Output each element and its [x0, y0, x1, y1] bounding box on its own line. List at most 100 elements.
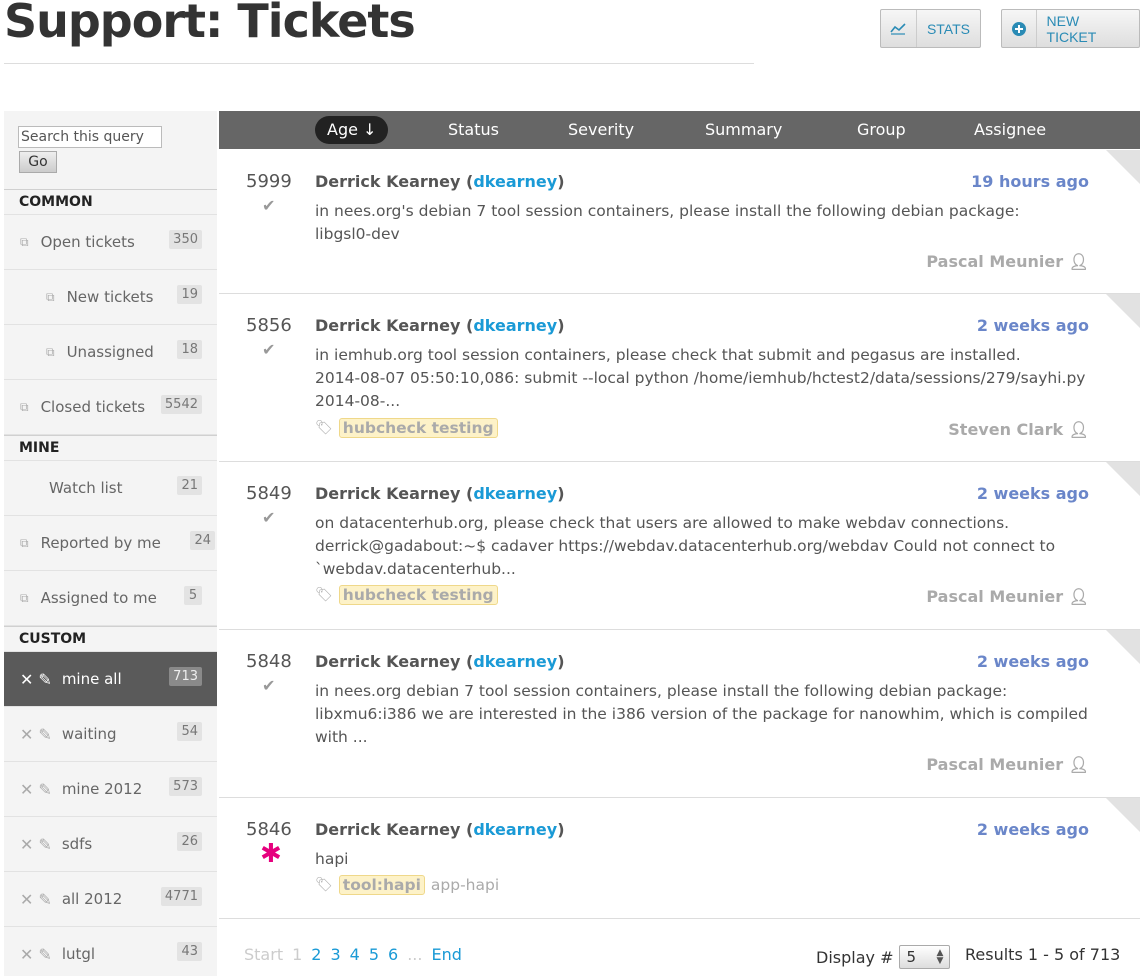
- display-label: Display #: [816, 947, 894, 967]
- tag[interactable]: hubcheck testing: [338, 585, 498, 605]
- pencil-icon[interactable]: ✎: [38, 890, 51, 909]
- sort-group[interactable]: Group: [857, 111, 906, 149]
- ticket-id[interactable]: 5856: [246, 315, 292, 336]
- sidebar-item-all-2012[interactable]: ✕ ✎ all 2012 4771: [4, 872, 217, 927]
- close-icon[interactable]: ✕: [20, 780, 33, 799]
- ticket-reporter: Derrick Kearney (dkearney): [315, 316, 565, 335]
- new-ticket-button[interactable]: NEW TICKET: [1001, 9, 1140, 48]
- close-icon[interactable]: ✕: [20, 945, 33, 964]
- sidebar-item-sdfs[interactable]: ✕ ✎ sdfs 26: [4, 817, 217, 872]
- ticket-summary[interactable]: in iemhub.org tool session containers, p…: [315, 344, 1095, 413]
- ticket-row[interactable]: 5849 ✔ Derrick Kearney (dkearney) 2 week…: [219, 462, 1140, 630]
- user-icon: 👤︎: [1068, 755, 1089, 774]
- stats-button[interactable]: STATS: [880, 9, 981, 48]
- sort-severity[interactable]: Severity: [568, 111, 634, 149]
- sidebar-item-label: Unassigned: [66, 343, 154, 361]
- ticket-id[interactable]: 5849: [246, 483, 292, 504]
- reporter-username[interactable]: dkearney: [473, 172, 557, 191]
- count-badge: 5542: [160, 395, 202, 414]
- count-badge: 19: [177, 285, 202, 304]
- summary-line: 2014-08-...: [315, 392, 401, 410]
- tag[interactable]: app-hapi: [431, 876, 499, 894]
- sidebar-item-mine-2012[interactable]: ✕ ✎ mine 2012 573: [4, 762, 217, 817]
- page-5[interactable]: 5: [369, 945, 379, 964]
- copy-icon: ⧉: [46, 344, 55, 359]
- summary-line: with ...: [315, 728, 368, 746]
- close-icon[interactable]: ✕: [20, 670, 33, 689]
- search-form: Go: [4, 111, 217, 189]
- pencil-icon[interactable]: ✎: [38, 945, 51, 964]
- stats-label: STATS: [926, 20, 970, 37]
- ticket-id[interactable]: 5846: [246, 819, 292, 840]
- search-input[interactable]: [18, 126, 162, 148]
- summary-line: derrick@gadabout:~$ cadaver https://webd…: [315, 537, 1056, 555]
- tag[interactable]: tool:hapi: [338, 875, 425, 895]
- column-label: Age: [327, 120, 358, 139]
- ticket-summary[interactable]: in nees.org debian 7 tool session contai…: [315, 680, 1095, 749]
- tag[interactable]: hubcheck testing: [338, 418, 498, 438]
- reporter-username[interactable]: dkearney: [473, 652, 557, 671]
- page-title: Support: Tickets: [4, 0, 416, 48]
- sort-summary[interactable]: Summary: [705, 111, 782, 149]
- ticket-id[interactable]: 5848: [246, 651, 292, 672]
- sidebar-item-lutgl[interactable]: ✕ ✎ lutgl 43: [4, 927, 217, 976]
- sidebar-item-label: sdfs: [61, 835, 93, 853]
- check-icon: ✔: [262, 508, 276, 527]
- new-ticket-label: NEW TICKET: [1046, 12, 1097, 45]
- page-2[interactable]: 2: [311, 945, 321, 964]
- ticket-age: 2 weeks ago: [976, 484, 1089, 503]
- ticket-row[interactable]: 5846 ✱ Derrick Kearney (dkearney) 2 week…: [219, 798, 1140, 919]
- count-badge: 24: [190, 531, 215, 550]
- copy-icon: ⧉: [20, 234, 29, 249]
- pencil-icon[interactable]: ✎: [38, 670, 51, 689]
- sort-assignee[interactable]: Assignee: [974, 111, 1046, 149]
- reporter-username[interactable]: dkearney: [473, 316, 557, 335]
- sort-status[interactable]: Status: [448, 111, 499, 149]
- close-icon[interactable]: ✕: [20, 725, 33, 744]
- sidebar-item-mine-all[interactable]: ✕ ✎ mine all 713: [4, 652, 217, 707]
- ticket-age: 2 weeks ago: [976, 316, 1089, 335]
- pencil-icon[interactable]: ✎: [38, 780, 51, 799]
- pencil-icon[interactable]: ✎: [38, 725, 51, 744]
- user-icon: 👤︎: [1068, 587, 1089, 606]
- page-6[interactable]: 6: [388, 945, 398, 964]
- ticket-row[interactable]: 5856 ✔ Derrick Kearney (dkearney) 2 week…: [219, 294, 1140, 462]
- sidebar-item-reported-by-me[interactable]: ⧉ Reported by me 24: [4, 516, 217, 571]
- sort-age[interactable]: Age ↓: [315, 116, 389, 144]
- sidebar-item-label: mine all: [61, 670, 122, 688]
- ticket-summary[interactable]: on datacenterhub.org, please check that …: [315, 512, 1095, 581]
- ticket-summary[interactable]: in nees.org's debian 7 tool session cont…: [315, 200, 1095, 246]
- ticket-row[interactable]: 5999 ✔ Derrick Kearney (dkearney) 19 hou…: [219, 150, 1140, 294]
- go-button[interactable]: Go: [19, 151, 57, 173]
- sidebar-item-assigned-to-me[interactable]: ⧉ Assigned to me 5: [4, 571, 217, 626]
- tag-icon: 🏷︎: [315, 587, 333, 603]
- close-icon[interactable]: ✕: [20, 835, 33, 854]
- page-ellipsis: ...: [407, 945, 423, 964]
- page-4[interactable]: 4: [350, 945, 360, 964]
- close-icon[interactable]: ✕: [20, 890, 33, 909]
- ticket-summary[interactable]: hapi: [315, 848, 1095, 871]
- ticket-row[interactable]: 5848 ✔ Derrick Kearney (dkearney) 2 week…: [219, 630, 1140, 798]
- sidebar-item-label: Reported by me: [40, 534, 161, 552]
- reporter-username[interactable]: dkearney: [473, 820, 557, 839]
- reporter-username[interactable]: dkearney: [473, 484, 557, 503]
- ticket-tags: 🏷︎ hubcheck testing: [315, 585, 498, 605]
- sidebar-item-open-tickets[interactable]: ⧉ Open tickets 350: [4, 215, 217, 270]
- ticket-id[interactable]: 5999: [246, 171, 292, 192]
- display-select[interactable]: 5 ▲ ▼: [899, 945, 951, 969]
- sidebar-item-closed-tickets[interactable]: ⧉ Closed tickets 5542: [4, 380, 217, 435]
- pencil-icon[interactable]: ✎: [38, 835, 51, 854]
- ticket-reporter: Derrick Kearney (dkearney): [315, 172, 565, 191]
- ticket-owner: Steven Clark 👤︎: [948, 420, 1089, 439]
- summary-line: hapi: [315, 850, 349, 868]
- sidebar-item-unassigned[interactable]: ⧉ Unassigned 18: [4, 325, 217, 380]
- sidebar-item-new-tickets[interactable]: ⧉ New tickets 19: [4, 270, 217, 325]
- arrow-down-icon: ↓: [363, 120, 377, 139]
- count-badge: 713: [169, 667, 202, 686]
- page-3[interactable]: 3: [330, 945, 340, 964]
- corner-fold: [1106, 630, 1140, 664]
- sidebar-item-waiting[interactable]: ✕ ✎ waiting 54: [4, 707, 217, 762]
- tag-icon: 🏷︎: [315, 420, 333, 436]
- page-end[interactable]: End: [431, 945, 461, 964]
- sidebar-item-watch-list[interactable]: Watch list 21: [4, 461, 217, 516]
